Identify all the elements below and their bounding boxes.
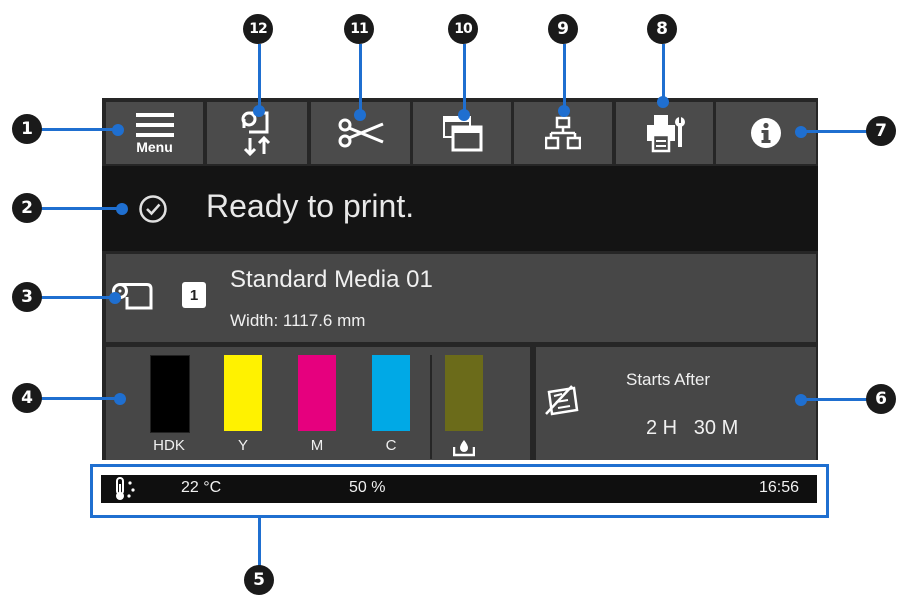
- callout-dot-1: [112, 124, 124, 136]
- status-message: Ready to print.: [206, 188, 415, 224]
- callout-dot-4: [114, 393, 126, 405]
- callout-badge-9: 9: [548, 14, 578, 44]
- callout-dot-6: [795, 394, 807, 406]
- callout-line-3: [40, 296, 112, 299]
- maintenance-title: Starts After: [626, 370, 711, 389]
- callout-line-4: [40, 397, 120, 400]
- callout-dot-12: [253, 105, 265, 117]
- ink-bar-m: [298, 355, 336, 431]
- callout-line-12: [258, 44, 261, 112]
- ink-divider: [430, 355, 432, 459]
- ink-label-c: C: [385, 437, 397, 454]
- ink-bar-hdk: [150, 355, 190, 433]
- callout-badge-4: 4: [12, 383, 42, 413]
- callout-badge-8: 8: [647, 14, 677, 44]
- callout-line-9: [563, 44, 566, 110]
- callout-line-11: [359, 44, 362, 114]
- printer-wrench-icon: [646, 115, 685, 153]
- maintenance-button[interactable]: [616, 102, 713, 164]
- ink-bar-y: [224, 355, 262, 431]
- ink-levels-button[interactable]: HDK Y M C: [106, 347, 530, 460]
- callout-dot-10: [458, 109, 470, 121]
- callout-line-2: [40, 207, 120, 210]
- callout-line-6: [800, 398, 870, 401]
- status-area: Ready to print.: [102, 166, 818, 251]
- ink-label-m: M: [310, 437, 324, 454]
- scissors-icon: [338, 118, 384, 148]
- maintenance-time: 2 H 30 M: [646, 417, 739, 439]
- menu-label: Menu: [136, 138, 173, 155]
- ink-bar-c: [372, 355, 410, 431]
- media-width: Width: 1117.6 mm: [230, 311, 366, 330]
- ink-label-y: Y: [237, 437, 248, 454]
- callout-dot-7: [795, 126, 807, 138]
- media-info-button[interactable]: 1 Standard Media 01 Width: 1117.6 mm: [106, 254, 816, 342]
- hamburger-icon: [135, 112, 174, 137]
- callout-line-5: [258, 518, 261, 568]
- callout-dot-9: [558, 105, 570, 117]
- callout-dot-2: [116, 203, 128, 215]
- media-slot-number: 1: [189, 286, 199, 304]
- callout-badge-7: 7: [866, 116, 896, 146]
- callout-dot-3: [109, 292, 121, 304]
- callout-badge-5: 5: [244, 565, 274, 595]
- callout-badge-6: 6: [866, 384, 896, 414]
- callout-line-8: [662, 44, 665, 104]
- callout-line-1: [40, 128, 114, 131]
- callout-line-10: [463, 44, 466, 114]
- callout-dot-8: [657, 96, 669, 108]
- check-circle-icon: [139, 195, 167, 223]
- media-slot-badge: 1: [182, 282, 206, 308]
- callout-badge-2: 2: [12, 193, 42, 223]
- media-name: Standard Media 01: [230, 266, 433, 293]
- waste-ink-icon: [453, 440, 475, 457]
- callout-dot-11: [354, 109, 366, 121]
- callout-badge-11: 11: [344, 14, 374, 44]
- waste-ink-bar: [445, 355, 483, 431]
- environment-bar-callout-frame: [90, 464, 829, 518]
- info-icon: [751, 118, 781, 148]
- maintenance-timer-button[interactable]: Starts After 2 H 30 M: [536, 347, 816, 460]
- callout-badge-1: 1: [12, 114, 42, 144]
- callout-line-7: [800, 130, 870, 133]
- callout-badge-3: 3: [12, 282, 42, 312]
- cleaning-cloth-icon: [545, 385, 579, 416]
- callout-badge-12: 12: [243, 14, 273, 44]
- callout-badge-10: 10: [448, 14, 478, 44]
- ink-label-hdk: HDK: [153, 437, 185, 454]
- network-icon: [545, 116, 581, 150]
